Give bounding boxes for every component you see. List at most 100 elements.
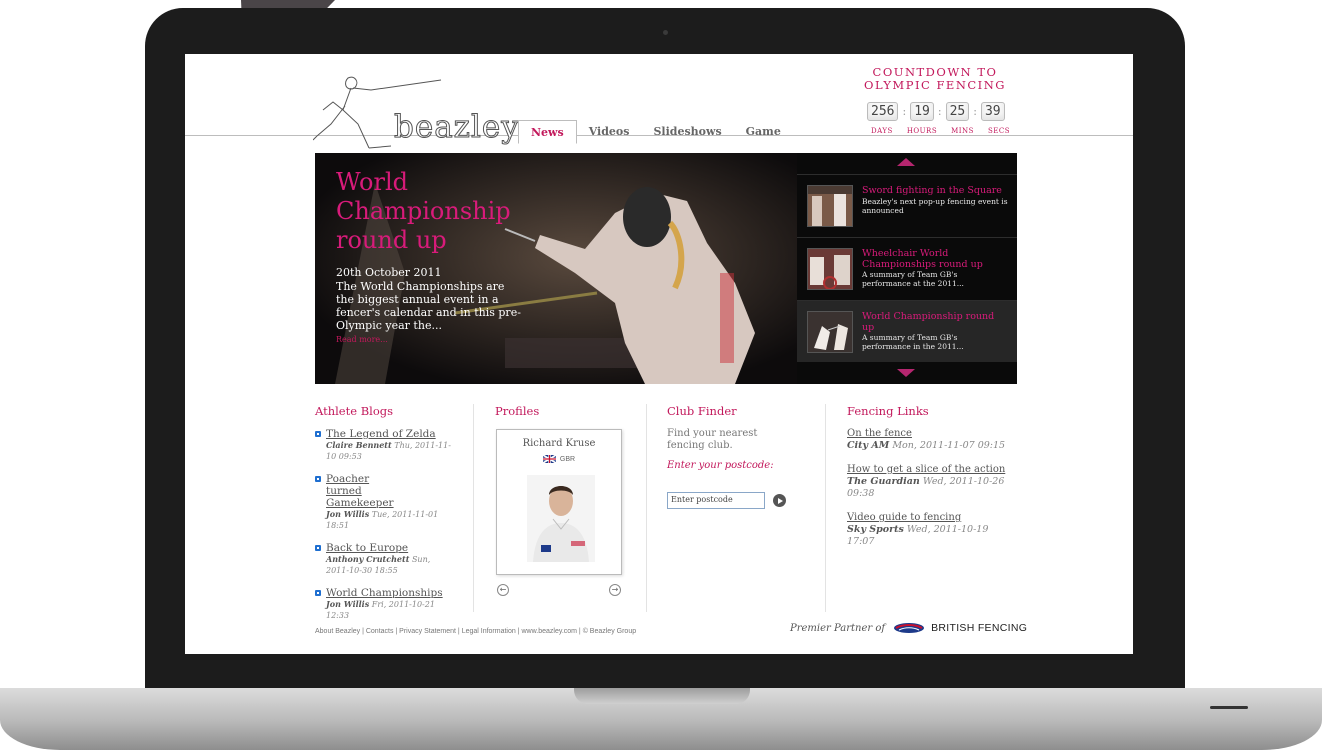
countdown-days: 256 (867, 102, 899, 121)
link-source: City AM (847, 440, 890, 451)
scroll-up-arrow-icon[interactable] (897, 158, 915, 166)
blog-author: Jon Willis (326, 599, 370, 609)
main-nav: News Videos Slideshows Game (518, 120, 793, 144)
countdown-title: COUNTDOWN TO OLYMPIC FENCING (855, 66, 1015, 92)
story-thumbnail (807, 311, 853, 353)
bullet-icon (315, 431, 321, 437)
fencing-links-heading: Fencing Links (847, 404, 929, 418)
hero-title[interactable]: World Championship round up (336, 168, 536, 255)
story-title: World Championship round up (862, 311, 995, 333)
postcode-prompt: Enter your postcode: (667, 460, 774, 471)
laptop-notch (574, 688, 750, 704)
story-description: A summary of Team GB's performance at th… (862, 270, 964, 288)
blog-meta: Jon Willis Fri, 2011-10-21 12:33 (326, 599, 455, 621)
logo-wordmark[interactable]: beazley (394, 109, 520, 146)
club-finder-heading: Club Finder (667, 404, 737, 418)
blog-title-link[interactable]: World Championships (326, 587, 455, 599)
athlete-blogs-section: Athlete Blogs The Legend of Zelda Claire… (315, 404, 465, 620)
profile-card[interactable]: Richard Kruse GBR (496, 429, 622, 575)
countdown-timer: 256 : 19 : 25 : 39 (867, 102, 1005, 121)
hero-date: 20th October 2011 (336, 266, 442, 279)
countdown-labels: DAYS HOURS MINS SECS (871, 127, 1024, 135)
blog-author: Anthony Crutchett (326, 554, 410, 564)
link-meta: Sky Sports Wed, 2011-10-19 17:07 (847, 524, 1007, 548)
blog-title-link[interactable]: Poacher turned Gamekeeper (326, 473, 406, 509)
label-mins: MINS (951, 127, 974, 135)
link-meta: The Guardian Wed, 2011-10-26 09:38 (847, 476, 1007, 500)
story-item[interactable]: Sword fighting in the Square Beazley's n… (797, 174, 1017, 236)
postcode-input[interactable]: Enter postcode (667, 492, 765, 509)
link-title[interactable]: How to get a slice of the action (847, 464, 1007, 476)
hero-summary: The World Championships are the biggest … (336, 280, 521, 332)
profile-country: GBR (497, 455, 621, 463)
athlete-blogs-heading: Athlete Blogs (315, 404, 394, 418)
laptop-slot (1210, 706, 1248, 709)
blog-item: World Championships Jon Willis Fri, 2011… (315, 587, 455, 621)
profile-country-code: GBR (559, 455, 576, 463)
prev-profile-button[interactable]: ← (497, 584, 509, 596)
camera-dot (663, 30, 668, 35)
blog-meta: Claire Bennett Thu, 2011-11-10 09:53 (326, 440, 455, 462)
label-hours: HOURS (906, 127, 938, 135)
link-title[interactable]: Video guide to fencing (847, 512, 1007, 524)
link-date: Mon, 2011-11-07 09:15 (892, 440, 1006, 451)
blog-author: Claire Bennett (326, 440, 392, 450)
story-title: Wheelchair World Championships round up (862, 248, 983, 270)
story-thumbnail (807, 248, 853, 290)
uk-flag-icon (542, 455, 556, 463)
column-divider (473, 404, 474, 612)
go-arrow-button[interactable] (773, 494, 786, 507)
profiles-heading: Profiles (495, 404, 540, 418)
blog-author: Jon Willis (326, 509, 370, 519)
tab-videos[interactable]: Videos (577, 120, 642, 144)
blog-item: The Legend of Zelda Claire Bennett Thu, … (315, 428, 455, 462)
blog-meta: Jon Willis Tue, 2011-11-01 18:51 (326, 509, 455, 531)
link-source: Sky Sports (847, 524, 904, 535)
tab-game[interactable]: Game (734, 120, 793, 144)
link-title[interactable]: On the fence (847, 428, 1007, 440)
tab-slideshows[interactable]: Slideshows (641, 120, 733, 144)
story-description: Beazley's next pop-up fencing event is a… (862, 197, 1008, 215)
hero-carousel: World Championship round up 20th October… (315, 153, 1017, 384)
blog-meta: Anthony Crutchett Sun, 2011-10-30 18:55 (326, 554, 455, 576)
bullet-icon (315, 476, 321, 482)
story-thumbnail (807, 185, 853, 227)
label-secs: SECS (987, 127, 1011, 135)
partner-badge: Premier Partner of BRITISH FENCING (790, 622, 1027, 634)
column-divider (646, 404, 647, 612)
link-item: Video guide to fencing Sky Sports Wed, 2… (847, 512, 1007, 548)
hero-story-list: Sword fighting in the Square Beazley's n… (797, 153, 1017, 384)
countdown-separator: : (973, 105, 977, 118)
profiles-section: Profiles Richard Kruse GBR ← → (495, 404, 625, 614)
countdown-mins: 25 (945, 102, 970, 121)
link-meta: City AM Mon, 2011-11-07 09:15 (847, 440, 1007, 452)
column-divider (825, 404, 826, 612)
scroll-down-arrow-icon[interactable] (897, 369, 915, 377)
label-days: DAYS (871, 127, 893, 135)
partner-text: Premier Partner of (790, 622, 886, 634)
profile-name: Richard Kruse (522, 438, 596, 449)
countdown-hours: 19 (910, 102, 934, 121)
club-finder-section: Club Finder Find your nearest fencing cl… (667, 404, 817, 614)
story-item-active[interactable]: World Championship round up A summary of… (797, 300, 1017, 362)
blog-item: Poacher turned Gamekeeper Jon Willis Tue… (315, 473, 455, 531)
countdown-secs: 39 (980, 102, 1005, 121)
blog-title-link[interactable]: Back to Europe (326, 542, 455, 554)
tab-news[interactable]: News (518, 120, 577, 144)
countdown-title-line2: OLYMPIC FENCING (864, 78, 1006, 92)
british-fencing-logo-icon[interactable] (893, 622, 925, 634)
footer-links[interactable]: About Beazley | Contacts | Privacy State… (315, 628, 636, 635)
read-more-link[interactable]: Read more... (336, 335, 388, 344)
club-finder-text: Find your nearest fencing club. (667, 428, 758, 451)
fencing-links-section: Fencing Links On the fence City AM Mon, … (847, 404, 1017, 614)
browser-screen: beazley News Videos Slideshows Game COUN… (185, 54, 1133, 654)
partner-name[interactable]: BRITISH FENCING (931, 622, 1027, 634)
bullet-icon (315, 545, 321, 551)
story-item[interactable]: Wheelchair World Championships round up … (797, 237, 1017, 299)
blog-title-link[interactable]: The Legend of Zelda (326, 428, 455, 440)
next-profile-button[interactable]: → (609, 584, 621, 596)
countdown-separator: : (937, 105, 942, 118)
link-item: How to get a slice of the action The Gua… (847, 464, 1007, 500)
blog-item: Back to Europe Anthony Crutchett Sun, 20… (315, 542, 455, 576)
link-source: The Guardian (847, 476, 920, 487)
